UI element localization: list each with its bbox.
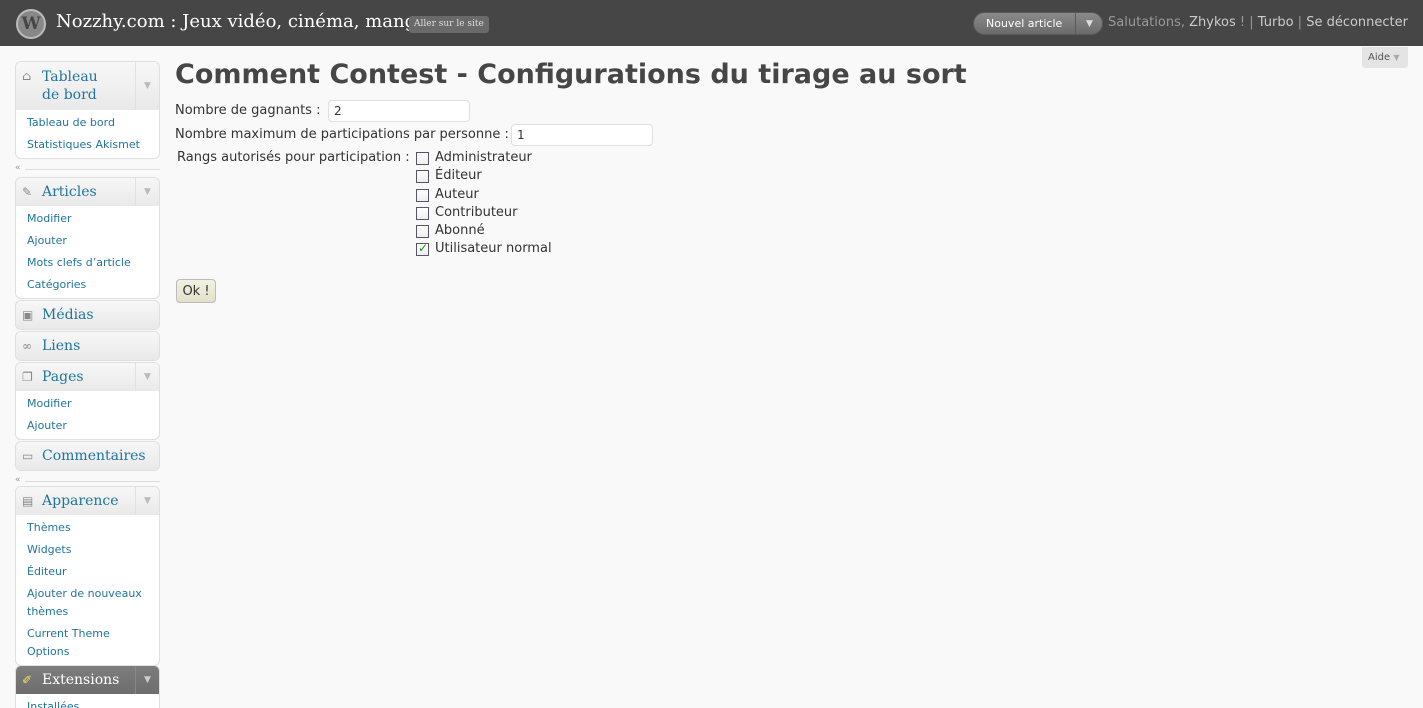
- admin-menu: ⌂ Tableau de bord ▼ Tableau de bord Stat…: [15, 61, 160, 708]
- submenu-item[interactable]: Installées: [16, 696, 159, 708]
- comment-icon: ▭: [22, 449, 34, 463]
- menu-extensions: ✐ Extensions ▼ Installées: [15, 665, 160, 708]
- menu-dashboard: ⌂ Tableau de bord ▼ Tableau de bord Stat…: [15, 61, 160, 159]
- role-label: Utilisateur normal: [435, 241, 552, 256]
- help-label: Aide: [1368, 52, 1391, 63]
- menu-label-medias: Médias: [42, 307, 94, 323]
- menu-links: ∞ Liens: [15, 331, 160, 361]
- page-title: Comment Contest - Configurations du tira…: [175, 59, 967, 90]
- submenu-item[interactable]: Widgets: [16, 539, 159, 561]
- submenu-item[interactable]: Thèmes: [16, 517, 159, 539]
- checkbox[interactable]: [416, 207, 429, 220]
- submenu-item[interactable]: Catégories: [16, 274, 159, 296]
- chevron-down-icon[interactable]: ▼: [135, 666, 159, 694]
- logout-link[interactable]: Se déconnecter: [1306, 15, 1408, 30]
- menu-comments: ▭ Commentaires: [15, 441, 160, 471]
- chevron-down-icon[interactable]: ▼: [135, 487, 159, 515]
- site-title[interactable]: Nozzhy.com : Jeux vidéo, cinéma, manga…: [56, 11, 445, 32]
- visit-site-button[interactable]: Aller sur le site: [409, 16, 489, 33]
- collapse-arrows-icon[interactable]: «: [15, 163, 21, 173]
- max-participations-label: Nombre maximum de participations par per…: [175, 127, 509, 142]
- menu-head-medias[interactable]: ▣ Médias: [16, 301, 159, 329]
- turbo-link[interactable]: Turbo: [1258, 15, 1294, 30]
- greeting-text: Salutations,: [1108, 15, 1190, 30]
- winners-input[interactable]: [328, 100, 470, 122]
- submenu-item[interactable]: Modifier: [16, 208, 159, 230]
- checkbox[interactable]: [416, 152, 429, 165]
- plugin-icon: ✐: [22, 673, 33, 687]
- pin-icon: ✎: [22, 185, 33, 199]
- menu-appearance: ▤ Apparence ▼ Thèmes Widgets Éditeur Ajo…: [15, 486, 160, 666]
- submit-button[interactable]: Ok !: [176, 279, 216, 303]
- favorite-actions: Nouvel article ▼: [973, 12, 1103, 35]
- user-info: Salutations, Zhykos ! | Turbo | Se décon…: [1108, 15, 1408, 30]
- submenu-item[interactable]: Mots clefs d’article: [16, 252, 159, 274]
- menu-head-links[interactable]: ∞ Liens: [16, 332, 159, 360]
- checkbox[interactable]: [416, 170, 429, 183]
- menu-head-appearance[interactable]: ▤ Apparence ▼: [16, 487, 159, 515]
- submenu-item[interactable]: Modifier: [16, 393, 159, 415]
- new-post-button[interactable]: Nouvel article: [986, 13, 1062, 34]
- admin-header: W Nozzhy.com : Jeux vidéo, cinéma, manga…: [0, 0, 1423, 46]
- chevron-down-icon[interactable]: ▼: [135, 363, 159, 391]
- chevron-down-icon[interactable]: ▼: [1075, 13, 1103, 34]
- menu-label-comments: Commentaires: [42, 448, 146, 464]
- help-tab[interactable]: Aide ▼: [1362, 47, 1408, 68]
- submenu-item[interactable]: Ajouter de nouveaux thèmes: [16, 583, 156, 623]
- appearance-icon: ▤: [22, 494, 34, 508]
- menu-pages: ❐ Pages ▼ Modifier Ajouter: [15, 362, 160, 440]
- submenu-item[interactable]: Statistiques Akismet: [16, 134, 159, 156]
- pages-icon: ❐: [22, 370, 33, 384]
- role-label: Contributeur: [435, 205, 518, 220]
- checkbox[interactable]: [416, 225, 429, 238]
- link-icon: ∞: [22, 339, 32, 353]
- role-label: Abonné: [435, 223, 485, 238]
- wordpress-logo-icon[interactable]: W: [16, 9, 46, 39]
- max-participations-input[interactable]: [511, 124, 653, 146]
- submenu-item[interactable]: Tableau de bord: [16, 112, 159, 134]
- winners-label: Nombre de gagnants :: [175, 103, 321, 118]
- checkbox[interactable]: [416, 189, 429, 202]
- profile-link[interactable]: Zhykos: [1189, 15, 1236, 30]
- submenu-item[interactable]: Ajouter: [16, 415, 159, 437]
- menu-head-comments[interactable]: ▭ Commentaires: [16, 442, 159, 470]
- role-label: Auteur: [435, 187, 479, 202]
- roles-label: Rangs autorisés pour participation :: [177, 150, 410, 165]
- separator: |: [1293, 15, 1307, 30]
- menu-head-articles[interactable]: ✎ Articles ▼: [16, 178, 159, 206]
- role-label: Éditeur: [435, 168, 482, 183]
- menu-medias: ▣ Médias: [15, 300, 160, 330]
- role-label: Administrateur: [435, 150, 532, 165]
- submenu-item[interactable]: Éditeur: [16, 561, 159, 583]
- submenu-item[interactable]: Current Theme Options: [16, 623, 126, 663]
- menu-articles: ✎ Articles ▼ Modifier Ajouter Mots clefs…: [15, 177, 160, 299]
- menu-label-links: Liens: [42, 338, 81, 354]
- menu-head-extensions[interactable]: ✐ Extensions ▼: [16, 666, 159, 694]
- main-content: Comment Contest - Configurations du tira…: [175, 56, 967, 93]
- media-icon: ▣: [22, 308, 34, 322]
- menu-head-dashboard[interactable]: ⌂ Tableau de bord ▼: [16, 62, 159, 110]
- menu-head-pages[interactable]: ❐ Pages ▼: [16, 363, 159, 391]
- checkbox-checked[interactable]: [416, 241, 429, 256]
- chevron-down-icon: ▼: [1393, 53, 1400, 62]
- submenu-item[interactable]: Ajouter: [16, 230, 159, 252]
- greeting-end: ! |: [1235, 15, 1258, 30]
- collapse-arrows-icon[interactable]: «: [15, 475, 21, 485]
- chevron-down-icon[interactable]: ▼: [135, 178, 159, 206]
- chevron-down-icon[interactable]: ▼: [135, 62, 159, 110]
- home-icon: ⌂: [22, 69, 32, 83]
